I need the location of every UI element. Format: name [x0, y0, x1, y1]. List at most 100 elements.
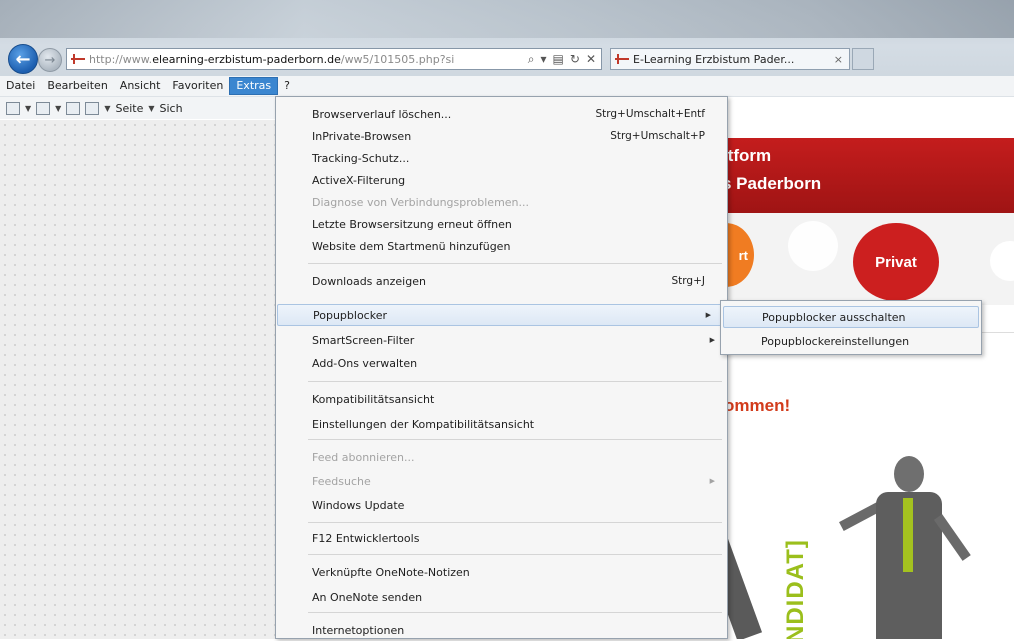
url-prefix: http://www.	[89, 52, 153, 66]
person-head	[894, 456, 924, 492]
url-text[interactable]: http://www.elearning-erzbistum-paderborn…	[89, 53, 509, 66]
menu-item-label: Website dem Startmenü hinzufügen	[312, 239, 511, 253]
menu-separator	[308, 381, 722, 382]
address-bar[interactable]: http://www.elearning-erzbistum-paderborn…	[66, 48, 602, 70]
popup-blocker-submenu: Popupblocker ausschalten Popupblockerein…	[720, 300, 982, 355]
menu-item-downloads[interactable]: Downloads anzeigen Strg+J	[276, 270, 727, 292]
chevron-down-icon[interactable]: ▼	[104, 104, 110, 113]
tab-favicon-icon	[615, 54, 629, 64]
privat-circle-button[interactable]: Privat	[853, 223, 939, 301]
menu-item-disable-popup-blocker[interactable]: Popupblocker ausschalten	[723, 306, 979, 328]
menu-help[interactable]: ?	[278, 77, 296, 95]
menu-item-internet-options[interactable]: Internetoptionen	[276, 619, 727, 641]
banner-title-line2: s Paderborn	[728, 174, 822, 193]
menu-ansicht[interactable]: Ansicht	[114, 77, 167, 95]
feeds-icon[interactable]	[36, 101, 51, 115]
menu-item-windows-update[interactable]: Windows Update	[276, 494, 727, 516]
menu-item-label: Windows Update	[312, 498, 405, 512]
forward-arrow-icon: →	[44, 52, 56, 68]
search-icon[interactable]: ⌕	[528, 52, 535, 67]
menu-item-label: Browserverlauf löschen...	[312, 107, 452, 121]
menu-item-label: Popupblocker ausschalten	[762, 310, 906, 324]
kandidat-graphic-text: NDIDAT]	[782, 468, 810, 639]
menu-item-shortcut: Strg+Umschalt+P	[610, 130, 705, 142]
chevron-down-icon[interactable]: ▼	[25, 104, 31, 113]
welcome-heading: ommen!	[728, 396, 791, 415]
submenu-arrow-icon: ▶	[705, 311, 711, 319]
chevron-down-icon[interactable]: ▼	[55, 104, 61, 113]
menu-item-smartscreen-filter[interactable]: SmartScreen-Filter ▶	[276, 329, 727, 351]
submenu-arrow-icon: ▶	[709, 477, 715, 485]
menu-item-reopen-session[interactable]: Letzte Browsersitzung erneut öffnen	[276, 213, 727, 235]
chevron-down-icon[interactable]: ▼	[148, 104, 154, 113]
tab-close-icon[interactable]: ×	[834, 53, 843, 66]
menu-item-label: Tracking-Schutz...	[312, 151, 410, 165]
menu-separator	[308, 439, 722, 440]
new-tab-button[interactable]	[852, 48, 874, 70]
menu-item-label: Kompatibilitätsansicht	[312, 392, 435, 406]
home-icon[interactable]	[6, 101, 20, 115]
category-band: rt Privat	[728, 213, 1014, 305]
menu-item-send-to-onenote[interactable]: An OneNote senden	[276, 586, 727, 608]
window-frame	[0, 0, 1014, 38]
tab-title: E-Learning Erzbistum Pader...	[633, 52, 795, 66]
site-banner: ttform s Paderborn	[728, 138, 1014, 213]
mail-icon[interactable]	[66, 101, 81, 115]
address-bar-buttons: ⌕ ▾ ▤ ↻ ✕	[528, 52, 596, 67]
menu-extras[interactable]: Extras	[229, 77, 279, 95]
extras-menu: Browserverlauf löschen... Strg+Umschalt+E…	[275, 96, 728, 639]
command-bar: ▼ ▼ ▼ Seite ▼ Sich	[0, 97, 280, 119]
menu-item-activex-filtering[interactable]: ActiveX-Filterung	[276, 169, 727, 191]
menu-item-feed-discovery: Feedsuche ▶	[276, 470, 727, 492]
decor-circle	[990, 241, 1014, 281]
stop-icon[interactable]: ✕	[586, 52, 596, 67]
menu-item-label: Add-Ons verwalten	[312, 356, 418, 370]
kandidat-text: NDIDAT]	[782, 539, 809, 639]
decor-circle	[788, 221, 838, 271]
menu-item-label: Popupblockereinstellungen	[761, 334, 910, 348]
page-background	[0, 120, 275, 639]
page-menu-button[interactable]: Seite	[115, 102, 143, 115]
menu-bar: Datei Bearbeiten Ansicht Favoriten Extra…	[0, 76, 1014, 97]
menu-item-label: Diagnose von Verbindungsproblemen...	[312, 195, 530, 209]
menu-item-label: Feed abonnieren...	[312, 450, 415, 464]
dropdown-icon[interactable]: ▾	[541, 52, 547, 67]
menu-item-shortcut: Strg+Umschalt+Entf	[595, 108, 705, 120]
menu-datei[interactable]: Datei	[0, 77, 41, 95]
menu-item-onenote-linked[interactable]: Verknüpfte OneNote-Notizen	[276, 561, 727, 583]
compatibility-view-icon[interactable]: ▤	[553, 52, 564, 67]
menu-item-compatibility-view[interactable]: Kompatibilitätsansicht	[276, 388, 727, 410]
forward-button[interactable]: →	[38, 48, 62, 72]
menu-separator	[308, 263, 722, 264]
browser-tab[interactable]: E-Learning Erzbistum Pader... ×	[610, 48, 850, 70]
menu-separator	[308, 612, 722, 613]
url-domain: elearning-erzbistum-paderborn.de	[152, 52, 341, 66]
orange-circle-button[interactable]: rt	[728, 223, 754, 287]
url-path: /ww5/101505.php?si	[340, 52, 455, 66]
menu-item-add-to-start-menu[interactable]: Website dem Startmenü hinzufügen	[276, 235, 727, 257]
menu-item-shortcut: Strg+J	[671, 275, 705, 287]
menu-item-label: An OneNote senden	[312, 590, 423, 604]
menu-item-inprivate[interactable]: InPrivate-Browsen Strg+Umschalt+P	[276, 125, 727, 147]
submenu-arrow-icon: ▶	[709, 336, 715, 344]
menu-item-popup-blocker-settings[interactable]: Popupblockereinstellungen	[723, 330, 979, 352]
refresh-icon[interactable]: ↻	[570, 52, 580, 67]
person-tie	[903, 498, 913, 572]
menu-bearbeiten[interactable]: Bearbeiten	[41, 77, 113, 95]
menu-item-compatibility-settings[interactable]: Einstellungen der Kompatibilitätsansicht	[276, 413, 727, 435]
site-favicon-icon	[71, 54, 85, 64]
person-illustration-left	[728, 528, 763, 639]
menu-item-f12-devtools[interactable]: F12 Entwicklertools	[276, 527, 727, 549]
back-button[interactable]: ←	[8, 44, 38, 74]
menu-separator	[308, 554, 722, 555]
menu-item-label: ActiveX-Filterung	[312, 173, 406, 187]
safety-menu-button[interactable]: Sich	[160, 102, 183, 115]
menu-item-tracking-protection[interactable]: Tracking-Schutz...	[276, 147, 727, 169]
print-icon[interactable]	[85, 101, 100, 115]
menu-item-label: Letzte Browsersitzung erneut öffnen	[312, 217, 512, 231]
menu-item-label: Verknüpfte OneNote-Notizen	[312, 565, 470, 579]
menu-item-clear-history[interactable]: Browserverlauf löschen... Strg+Umschalt+E…	[276, 103, 727, 125]
menu-item-manage-addons[interactable]: Add-Ons verwalten	[276, 352, 727, 374]
menu-item-popup-blocker[interactable]: Popupblocker ▶	[277, 304, 724, 326]
menu-favoriten[interactable]: Favoriten	[166, 77, 229, 95]
